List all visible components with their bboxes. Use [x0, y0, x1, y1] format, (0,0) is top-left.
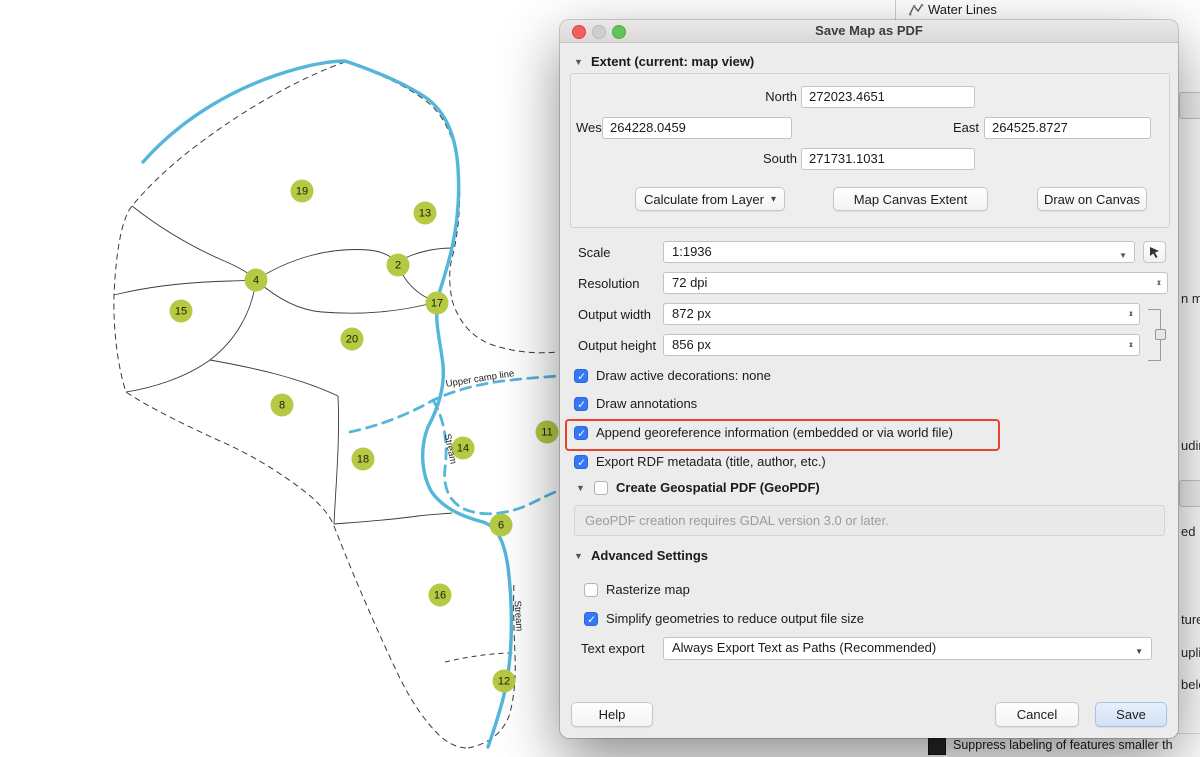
north-input[interactable]: 272023.4651	[801, 86, 975, 108]
disclosure-triangle-extent[interactable]	[574, 57, 583, 67]
save-map-as-pdf-dialog: Save Map as PDF Extent (current: map vie…	[560, 20, 1178, 738]
occluded-panel-text: udin	[1181, 438, 1200, 453]
disclosure-triangle-geopdf[interactable]	[576, 483, 585, 493]
west-input[interactable]: 264228.0459	[602, 117, 792, 139]
minimize-button[interactable]	[592, 25, 606, 39]
lock-aspect-ratio-icon[interactable]	[1148, 309, 1161, 361]
text-export-label: Text export	[581, 641, 645, 656]
help-button[interactable]: Help	[571, 702, 653, 727]
geopdf-note: GeoPDF creation requires GDAL version 3.…	[574, 505, 1165, 536]
output-width-spinbox[interactable]: 872 px	[663, 303, 1140, 325]
parcel-boundary	[452, 300, 558, 353]
parcel-boundary	[345, 62, 460, 300]
cancel-button[interactable]: Cancel	[995, 702, 1079, 727]
panel-divider	[895, 0, 896, 21]
draw-annotations-label: Draw annotations	[596, 396, 697, 411]
color-swatch[interactable]	[928, 737, 946, 755]
scale-label: Scale	[578, 245, 611, 260]
resolution-label: Resolution	[578, 276, 639, 291]
save-button[interactable]: Save	[1095, 702, 1167, 727]
scale-combobox[interactable]: 1:1936	[663, 241, 1135, 263]
rasterize-map-label: Rasterize map	[606, 582, 690, 597]
qgis-window: 191324171520811141861612Upper camp lineS…	[0, 0, 1200, 757]
resolution-spinbox[interactable]: 72 dpi	[663, 272, 1168, 294]
layer-name[interactable]: Water Lines	[928, 2, 997, 17]
east-input[interactable]: 264525.8727	[984, 117, 1151, 139]
output-width-label: Output width	[578, 307, 651, 322]
output-height-label: Output height	[578, 338, 656, 353]
occluded-panel-text: upli	[1181, 645, 1200, 660]
calculate-from-layer-button[interactable]: Calculate from Layer	[635, 187, 785, 211]
draw-decorations-checkbox[interactable]	[574, 369, 588, 383]
east-label: East	[948, 120, 979, 135]
map-canvas-extent-button[interactable]: Map Canvas Extent	[833, 187, 988, 211]
occluded-panel-text: ed	[1181, 524, 1195, 539]
occluded-panel-text: ture	[1181, 612, 1200, 627]
export-rdf-checkbox[interactable]	[574, 455, 588, 469]
append-georeference-label: Append georeference information (embedde…	[596, 425, 953, 440]
output-height-spinbox[interactable]: 856 px	[663, 334, 1140, 356]
south-label: South	[710, 151, 797, 166]
occluded-panel-text: bele	[1181, 677, 1200, 692]
zoom-button[interactable]	[612, 25, 626, 39]
simplify-geometries-checkbox[interactable]	[584, 612, 598, 626]
set-scale-from-canvas-button[interactable]	[1143, 241, 1166, 263]
disclosure-triangle-advanced[interactable]	[574, 551, 583, 561]
rasterize-map-checkbox[interactable]	[584, 583, 598, 597]
panel-icon-button[interactable]	[1179, 92, 1200, 119]
export-rdf-label: Export RDF metadata (title, author, etc.…	[596, 454, 826, 469]
draw-decorations-label: Draw active decorations: none	[596, 368, 771, 383]
cursor-icon	[1148, 246, 1161, 259]
extent-section-header: Extent (current: map view)	[591, 54, 754, 69]
append-georeference-checkbox[interactable]	[574, 426, 588, 440]
create-geopdf-checkbox[interactable]	[594, 481, 608, 495]
simplify-geometries-label: Simplify geometries to reduce output fil…	[606, 611, 864, 626]
close-button[interactable]	[572, 25, 586, 39]
text-export-dropdown[interactable]: Always Export Text as Paths (Recommended…	[663, 637, 1152, 660]
dialog-title: Save Map as PDF	[560, 20, 1178, 42]
stream-line	[143, 61, 511, 747]
panel-icon-button[interactable]	[1179, 480, 1200, 507]
suppress-label: Suppress labeling of features smaller th	[953, 738, 1173, 752]
draw-on-canvas-button[interactable]: Draw on Canvas	[1037, 187, 1147, 211]
north-label: North	[710, 89, 797, 104]
water-line-dashed	[433, 400, 560, 514]
parcel-boundary	[114, 62, 468, 748]
dialog-titlebar[interactable]: Save Map as PDF	[560, 20, 1178, 43]
parcel-boundary	[445, 653, 514, 662]
west-label: West	[576, 120, 605, 135]
south-input[interactable]: 271731.1031	[801, 148, 975, 170]
layers-panel-fragment: Water Lines	[895, 0, 1200, 21]
occluded-panel-text: n m	[1181, 291, 1200, 306]
water-line-dashed	[350, 376, 559, 432]
draw-annotations-checkbox[interactable]	[574, 397, 588, 411]
parcel-interior-lines	[114, 206, 452, 524]
create-geopdf-label: Create Geospatial PDF (GeoPDF)	[616, 480, 820, 495]
advanced-settings-header: Advanced Settings	[591, 548, 708, 563]
